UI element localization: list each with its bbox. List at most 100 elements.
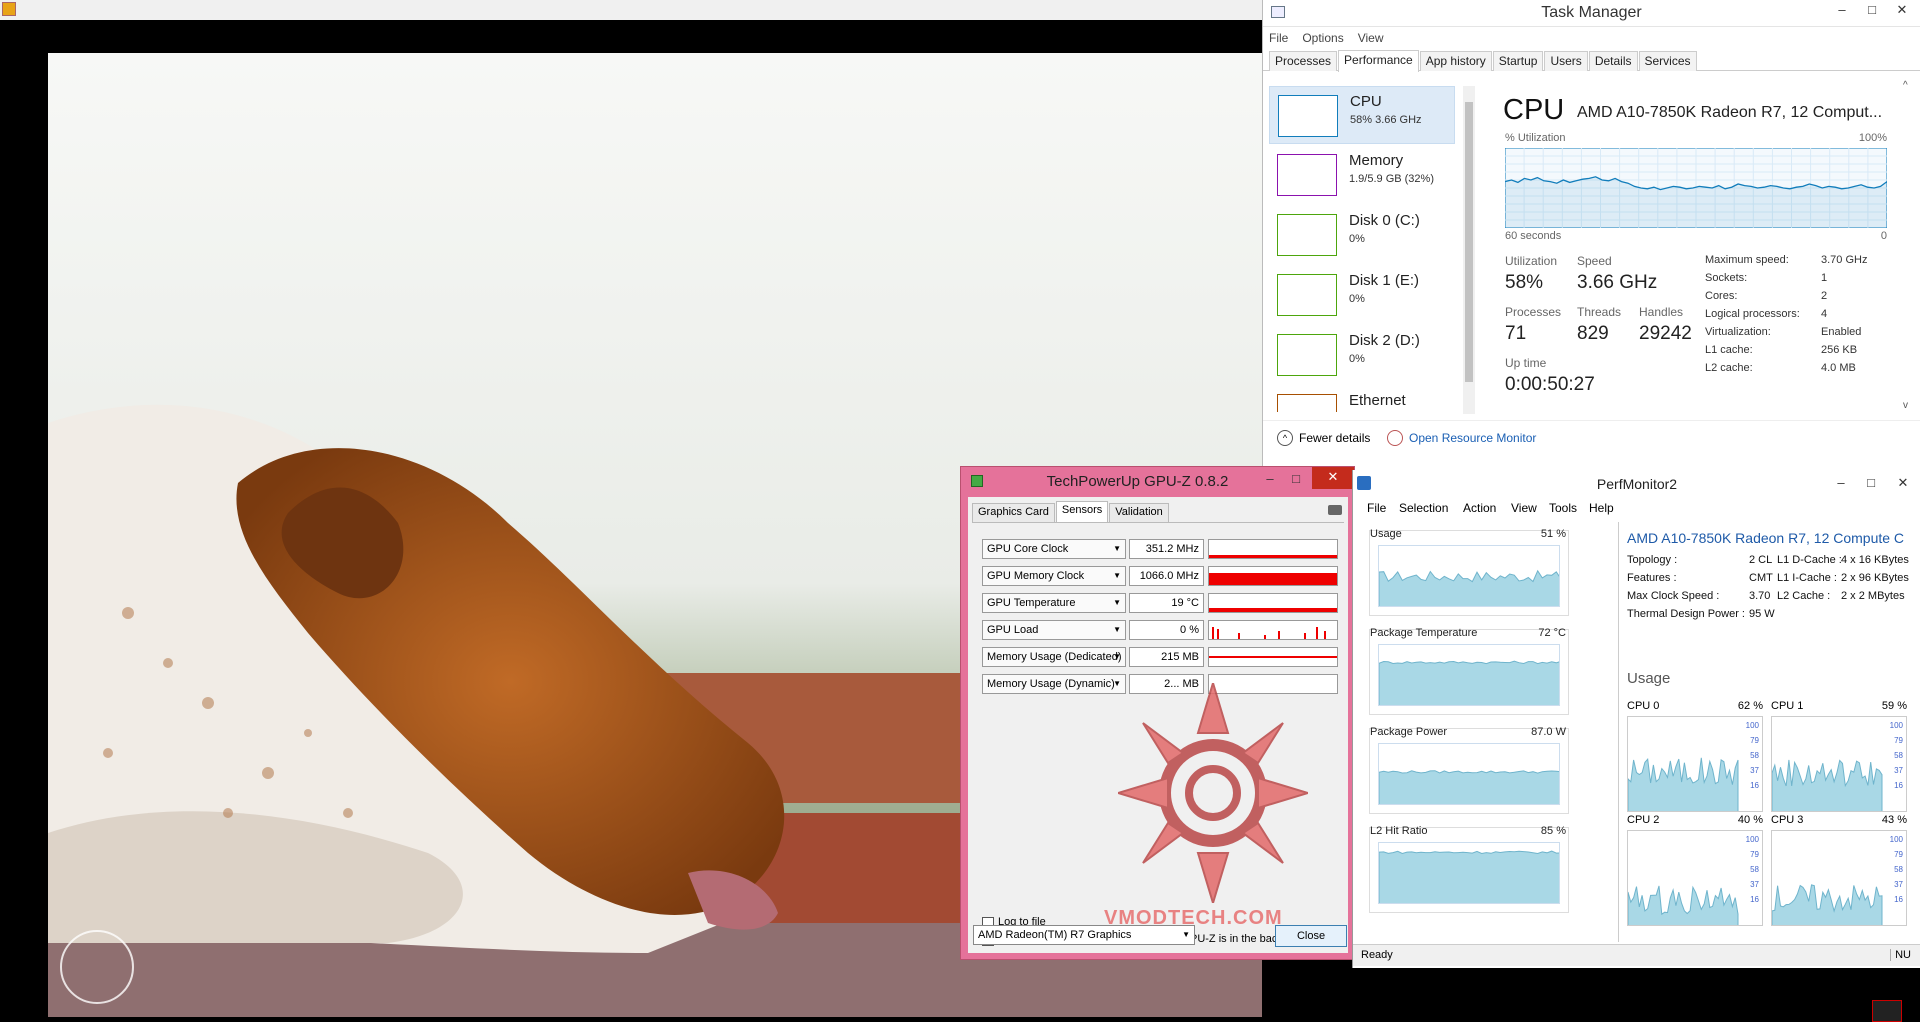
spec-key: Logical processors: xyxy=(1705,308,1800,320)
core-tile-cpu0[interactable]: CPU 0 62 % 100 79 58 37 16 xyxy=(1627,700,1763,812)
tab-services[interactable]: Services xyxy=(1638,51,1697,71)
core-ticks: 100 79 58 37 16 xyxy=(1746,718,1759,793)
core-graph xyxy=(1771,716,1907,812)
tile-graph xyxy=(1378,842,1560,904)
dropdown-arrow-icon: ▼ xyxy=(1113,625,1121,634)
menu-options[interactable]: Options xyxy=(1296,27,1351,45)
tab-users[interactable]: Users xyxy=(1544,51,1588,71)
sensor-graph-bar xyxy=(1209,656,1337,658)
pm-tile-package-power[interactable]: Package Power 87.0 W xyxy=(1369,726,1569,814)
resource-monitor-icon xyxy=(1387,430,1403,446)
pm-spec-key: Thermal Design Power : xyxy=(1627,608,1745,620)
sidebar-scrollbar[interactable] xyxy=(1463,86,1475,414)
pm-minimize-button[interactable]: – xyxy=(1827,473,1855,493)
stat-uptime-value: 0:00:50:27 xyxy=(1505,374,1595,395)
device-select[interactable]: AMD Radeon(TM) R7 Graphics ▼ xyxy=(973,925,1195,945)
camera-icon[interactable] xyxy=(1328,505,1342,515)
pm-spec-value: CMT xyxy=(1749,572,1773,584)
close-button[interactable]: ✕ xyxy=(1888,0,1916,20)
pm-menu-tools[interactable]: Tools xyxy=(1549,501,1577,515)
tab-sensors[interactable]: Sensors xyxy=(1055,501,1109,522)
spec-value: 3.70 GHz xyxy=(1821,254,1868,266)
pm-menu-help[interactable]: Help xyxy=(1589,501,1614,515)
sidebar-item-disk0[interactable]: Disk 0 (C:) 0% xyxy=(1269,206,1455,264)
tick: 58 xyxy=(1894,865,1903,874)
sensor-graph xyxy=(1208,566,1338,586)
gpuz-close-button[interactable]: ✕ xyxy=(1312,467,1354,489)
menu-file[interactable]: File xyxy=(1263,27,1296,45)
tab-startup[interactable]: Startup xyxy=(1492,51,1544,71)
panel-scroll-up[interactable]: ^ xyxy=(1903,80,1908,91)
gpuz-tab-strip: Graphics Card Sensors Validation xyxy=(972,501,1344,523)
sidebar-item-ethernet[interactable]: Ethernet xyxy=(1269,386,1455,412)
gpuz-title: TechPowerUp GPU-Z 0.8.2 xyxy=(1046,473,1229,490)
panel-scroll-down[interactable]: v xyxy=(1903,400,1908,411)
tick: 58 xyxy=(1894,751,1903,760)
core-ticks: 100 79 58 37 16 xyxy=(1746,832,1759,907)
sidebar-item-sub: 0% xyxy=(1349,233,1365,245)
graph-area xyxy=(1379,850,1559,903)
tab-app-history[interactable]: App history xyxy=(1419,51,1492,71)
sensor-name-dropdown[interactable]: GPU Load ▼ xyxy=(982,620,1126,640)
spec-value: 2 xyxy=(1821,290,1828,302)
sensor-name: GPU Core Clock xyxy=(987,543,1069,555)
pm-spec-key: L1 D-Cache : xyxy=(1777,554,1842,566)
pm-left-panel: Usage 51 % Package Temperature 72 °C Pac… xyxy=(1353,522,1603,942)
pm-spec-key: Features : xyxy=(1627,572,1677,584)
pm-tile-usage[interactable]: Usage 51 % xyxy=(1369,528,1569,616)
pm-maximize-button[interactable]: □ xyxy=(1857,473,1885,493)
minimize-button[interactable]: – xyxy=(1828,0,1856,20)
taskbar-corner-icon[interactable] xyxy=(1872,1000,1902,1022)
sensor-name-dropdown[interactable]: Memory Usage (Dynamic) ▼ xyxy=(982,674,1126,694)
sidebar-scroll-thumb[interactable] xyxy=(1465,102,1473,382)
pm-menu-selection[interactable]: Selection xyxy=(1399,501,1448,515)
sensor-name-dropdown[interactable]: GPU Core Clock ▼ xyxy=(982,539,1126,559)
graph-area xyxy=(1379,569,1559,606)
tile-graph xyxy=(1378,644,1560,706)
menu-view[interactable]: View xyxy=(1352,27,1392,45)
pm-menu-action[interactable]: Action xyxy=(1463,501,1496,515)
graph-area xyxy=(1772,759,1883,811)
pm-tile-package-temperature[interactable]: Package Temperature 72 °C xyxy=(1369,627,1569,715)
tab-processes[interactable]: Processes xyxy=(1269,51,1338,71)
utilization-axis-label: % Utilization xyxy=(1505,132,1566,144)
gpuz-maximize-button[interactable]: □ xyxy=(1282,469,1310,489)
device-select-value: AMD Radeon(TM) R7 Graphics xyxy=(978,929,1132,941)
pm-tile-l2-hit-ratio[interactable]: L2 Hit Ratio 85 % xyxy=(1369,825,1569,913)
gpuz-minimize-button[interactable]: – xyxy=(1256,469,1284,489)
pm-usage-heading: Usage xyxy=(1627,670,1671,687)
pm-menu-view[interactable]: View xyxy=(1511,501,1537,515)
sensor-name-dropdown[interactable]: GPU Memory Clock ▼ xyxy=(982,566,1126,586)
sidebar-item-disk1[interactable]: Disk 1 (E:) 0% xyxy=(1269,266,1455,324)
pm-menu-file[interactable]: File xyxy=(1367,501,1386,515)
open-resource-monitor-label: Open Resource Monitor xyxy=(1409,431,1537,445)
core-tile-cpu1[interactable]: CPU 1 59 % 100 79 58 37 16 xyxy=(1771,700,1907,812)
sidebar-item-cpu[interactable]: CPU 58% 3.66 GHz xyxy=(1269,86,1455,144)
sensor-name: Memory Usage (Dedicated) xyxy=(987,651,1122,663)
graph-seconds-label: 60 seconds xyxy=(1505,230,1562,242)
gpuz-close-dialog-button[interactable]: Close xyxy=(1275,925,1347,947)
sidebar-item-memory[interactable]: Memory 1.9/5.9 GB (32%) xyxy=(1269,146,1455,204)
tab-graphics-card[interactable]: Graphics Card xyxy=(972,503,1055,522)
sidebar-item-label: Disk 2 (D:) xyxy=(1349,332,1420,349)
pm-close-button[interactable]: ✕ xyxy=(1889,473,1917,493)
stat-uptime-label: Up time xyxy=(1505,356,1547,370)
tab-validation[interactable]: Validation xyxy=(1109,503,1169,522)
tab-performance[interactable]: Performance xyxy=(1338,50,1419,72)
sensor-row: GPU Temperature ▼ 19 °C xyxy=(982,593,1338,613)
pm-spec-value: 2 x 2 MBytes xyxy=(1841,590,1905,602)
sensor-name-dropdown[interactable]: GPU Temperature ▼ xyxy=(982,593,1126,613)
core-tile-cpu3[interactable]: CPU 3 43 % 100 79 58 37 16 xyxy=(1771,814,1907,926)
stat-speed-value: 3.66 GHz xyxy=(1577,272,1658,293)
core-value: 62 % xyxy=(1737,700,1763,712)
sensor-name-dropdown[interactable]: Memory Usage (Dedicated) ▼ xyxy=(982,647,1126,667)
tab-details[interactable]: Details xyxy=(1588,51,1638,71)
maximize-button[interactable]: □ xyxy=(1858,0,1886,20)
pm-spec-value: 95 W xyxy=(1749,608,1775,620)
sensor-graph-bar xyxy=(1209,573,1337,585)
sidebar-item-disk2[interactable]: Disk 2 (D:) 0% xyxy=(1269,326,1455,384)
spec-key: L1 cache: xyxy=(1705,344,1753,356)
spec-key: Cores: xyxy=(1705,290,1738,302)
stat-processes-label: Processes xyxy=(1505,305,1562,319)
core-tile-cpu2[interactable]: CPU 2 40 % 100 79 58 37 16 xyxy=(1627,814,1763,926)
